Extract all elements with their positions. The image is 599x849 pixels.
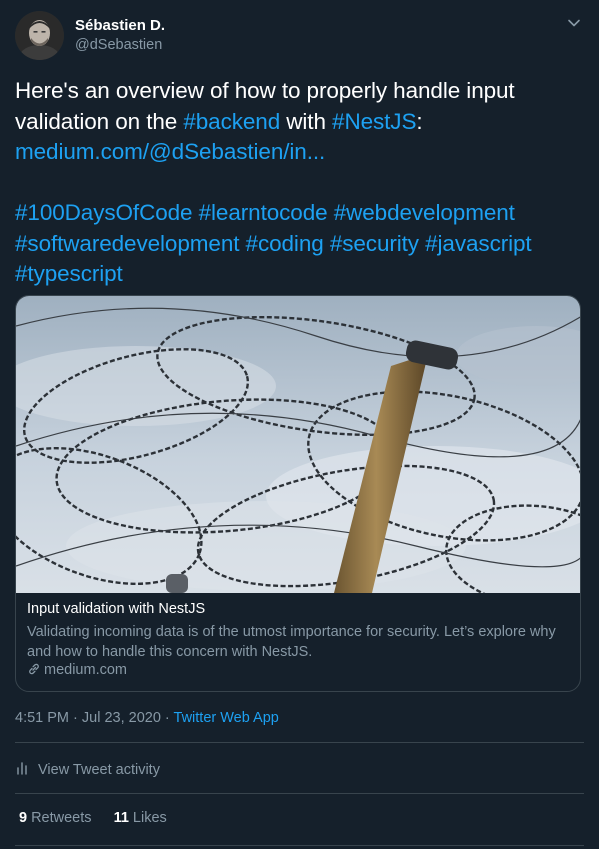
card-title: Input validation with NestJS: [27, 601, 206, 617]
hashtags-line-3: #typescript: [15, 259, 585, 290]
hashtag-security[interactable]: #security: [330, 231, 419, 256]
likes-stat[interactable]: 11 Likes: [114, 810, 167, 826]
meta-separator: ·: [69, 710, 82, 726]
tweet-text-segment: :: [416, 108, 423, 134]
tweet-line-2: validation on the #backend with #NestJS:: [15, 107, 585, 138]
author-name[interactable]: Sébastien D.: [75, 17, 165, 34]
author-handle[interactable]: @dSebastien: [75, 37, 162, 53]
hashtag-javascript[interactable]: #javascript: [425, 231, 532, 256]
activity-bars-icon: [15, 762, 38, 778]
divider: [15, 742, 584, 743]
card-domain-text: medium.com: [44, 662, 127, 678]
hashtags-line-2: #softwaredevelopment #coding #security #…: [15, 229, 585, 260]
divider: [15, 845, 584, 846]
tweet-text-segment: validation on the: [15, 108, 184, 134]
hashtag-100daysofcode[interactable]: #100DaysOfCode: [15, 200, 193, 225]
tweet-line-1: Here's an overview of how to properly ha…: [15, 78, 515, 103]
likes-count: 11: [113, 810, 129, 826]
link-preview-card[interactable]: Input validation with NestJS Validating …: [15, 295, 581, 692]
card-domain: medium.com: [27, 662, 127, 678]
view-tweet-activity-label: View Tweet activity: [38, 762, 160, 778]
hashtag-nestjs[interactable]: #NestJS: [332, 109, 416, 134]
hashtags-line-1: #100DaysOfCode #learntocode #webdevelopm…: [15, 198, 585, 229]
hashtag-learntocode[interactable]: #learntocode: [199, 200, 328, 225]
hashtag-coding[interactable]: #coding: [246, 231, 324, 256]
tweet-text: Here's an overview of how to properly ha…: [15, 76, 585, 290]
avatar[interactable]: [15, 11, 64, 60]
view-tweet-activity[interactable]: View Tweet activity: [15, 760, 160, 778]
tweet-stats: 9 Retweets 11 Likes: [19, 810, 185, 826]
divider: [15, 793, 584, 794]
avatar-photo: [15, 11, 64, 60]
card-description: Validating incoming data is of the utmos…: [27, 624, 556, 660]
likes-label: Likes: [132, 810, 167, 826]
retweets-stat[interactable]: 9 Retweets: [19, 810, 92, 826]
hashtag-typescript[interactable]: #typescript: [15, 261, 123, 286]
tweet-time[interactable]: 4:51 PM: [15, 710, 69, 726]
tweet-text-segment: with: [280, 108, 333, 134]
card-body[interactable]: Input validation with NestJS Validating …: [16, 593, 580, 691]
tweet-source[interactable]: Twitter Web App: [174, 710, 279, 726]
tweet-link-line: medium.com/@dSebastien/in...: [15, 137, 585, 168]
tweet-meta: 4:51 PM · Jul 23, 2020 · Twitter Web App: [15, 710, 279, 726]
chevron-down-icon[interactable]: [565, 14, 583, 32]
hashtag-webdevelopment[interactable]: #webdevelopment: [334, 200, 515, 225]
hashtag-backend[interactable]: #backend: [183, 109, 280, 134]
link-icon: [27, 662, 44, 678]
article-link[interactable]: medium.com/@dSebastien/in...: [15, 139, 325, 164]
retweets-count: 9: [19, 810, 28, 826]
hashtag-softwaredevelopment[interactable]: #softwaredevelopment: [15, 231, 239, 256]
meta-separator: ·: [160, 710, 174, 726]
tweet-date[interactable]: Jul 23, 2020: [82, 710, 161, 726]
card-image[interactable]: [16, 296, 580, 608]
retweets-label: Retweets: [31, 810, 92, 826]
